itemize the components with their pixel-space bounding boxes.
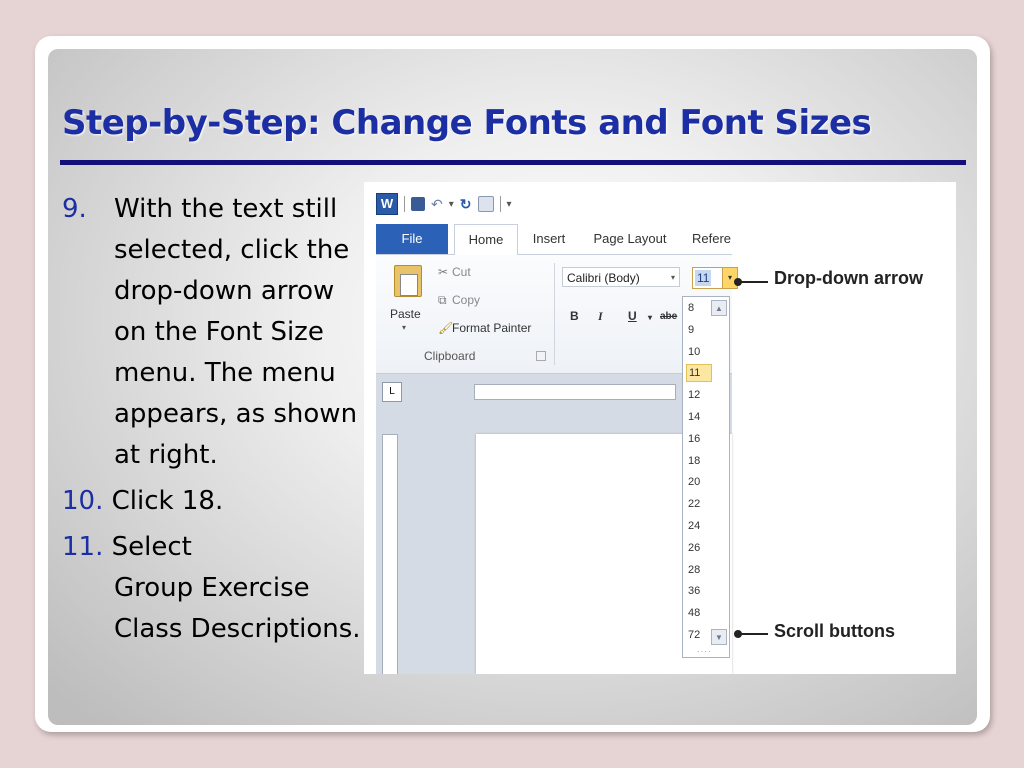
chevron-down-icon[interactable]: ▾ (449, 199, 454, 210)
font-size-option[interactable]: 48 (686, 604, 710, 622)
font-size-option[interactable]: 11 (686, 364, 712, 383)
step-item: 11. Select Group Exercise Class Descript… (62, 527, 362, 650)
font-name-value: Calibri (Body) (567, 271, 640, 285)
chevron-down-icon[interactable]: ▾ (671, 268, 675, 288)
quick-access-toolbar: W ↶ ▾ ↻ ▾ (376, 192, 512, 216)
word-screenshot: W ↶ ▾ ↻ ▾ File Home Insert Page Layout R… (364, 182, 956, 674)
step-number: 11. (62, 532, 104, 562)
cut-button[interactable]: ✂ Cut (438, 265, 471, 279)
tab-home[interactable]: Home (454, 224, 518, 256)
tab-selector-button[interactable]: L (382, 382, 402, 402)
callout-dropdown-arrow: Drop-down arrow (774, 268, 923, 288)
font-size-option[interactable]: 72 (686, 626, 710, 644)
step-emphasis: Group Exercise Class Descriptions (114, 573, 353, 644)
font-size-dropdown[interactable]: 11 ▾ (692, 267, 738, 289)
divider (404, 196, 405, 212)
font-size-option[interactable]: 10 (686, 343, 710, 361)
ribbon-home: Paste ▾ ✂ Cut ⧉ Copy 🖌Format Painter Clipb… (376, 255, 738, 373)
copy-icon: ⧉ (438, 293, 447, 307)
dialog-launcher-icon[interactable] (536, 351, 546, 361)
tab-insert[interactable]: Insert (528, 224, 570, 254)
customize-toolbar-icon[interactable]: ▾ (507, 199, 512, 210)
font-size-option[interactable]: 20 (686, 473, 710, 491)
step-emphasis: 18 (181, 486, 215, 516)
font-size-option[interactable]: 14 (686, 408, 710, 426)
step-list: 9. With the text still selected, click t… (62, 189, 362, 655)
step-item: 10. Click 18. (62, 481, 362, 522)
font-size-option[interactable]: 8 (686, 299, 710, 317)
font-size-list: ▲ 8 9 10 11 12 14 16 18 20 22 24 26 28 36 48 72 ▼ ···· (682, 296, 730, 658)
slide: Step-by-Step: Change Fonts and Font Size… (48, 49, 977, 725)
cut-label: Cut (452, 265, 471, 279)
chevron-down-icon[interactable]: ▾ (648, 313, 652, 322)
callout-scroll-buttons: Scroll buttons (774, 621, 895, 641)
step-item: 9. With the text still selected, click t… (62, 189, 362, 476)
italic-button[interactable]: I (598, 309, 603, 324)
step-text: Click (111, 486, 182, 516)
scroll-down-icon[interactable]: ▼ (711, 629, 727, 645)
ruler-bar: L (376, 373, 732, 414)
step-text: . (214, 486, 224, 516)
font-size-option[interactable]: 22 (686, 495, 710, 513)
paintbrush-icon: 🖌 (438, 321, 454, 335)
copy-label: Copy (452, 293, 481, 307)
divider (499, 196, 501, 212)
font-size-option[interactable]: 24 (686, 517, 710, 535)
scissors-icon: ✂ (438, 265, 449, 279)
step-emphasis-wrap: Group Exercise Class Descriptions. (62, 568, 362, 650)
format-painter-label: Format Painter (452, 321, 532, 335)
print-preview-icon[interactable] (477, 196, 494, 212)
callout-line (738, 281, 768, 283)
save-icon[interactable] (411, 197, 425, 211)
resize-grip-icon[interactable]: ···· (697, 647, 712, 656)
bold-button[interactable]: B (570, 309, 579, 323)
font-name-dropdown[interactable]: Calibri (Body) ▾ (562, 267, 680, 287)
undo-icon[interactable]: ↶ (431, 196, 443, 213)
vertical-ruler[interactable] (382, 434, 398, 674)
horizontal-ruler[interactable] (474, 384, 676, 400)
step-number: 9. (62, 194, 87, 224)
font-size-option[interactable]: 18 (686, 452, 710, 470)
scroll-up-icon[interactable]: ▲ (711, 300, 727, 316)
strikethrough-button[interactable]: abe (660, 311, 677, 322)
slide-title: Step-by-Step: Change Fonts and Font Size… (62, 103, 872, 143)
paste-button[interactable]: Paste (390, 307, 421, 321)
title-underline (60, 160, 966, 165)
group-divider (554, 263, 555, 365)
font-size-option[interactable]: 12 (686, 386, 710, 404)
font-size-option[interactable]: 9 (686, 321, 710, 339)
step-text: . (352, 614, 361, 644)
step-text: Select (111, 532, 192, 562)
step-emphasis: drop-down arrow (114, 276, 335, 306)
format-painter-button[interactable]: 🖌Format Painter (438, 321, 531, 335)
step-text: on the Font Size menu. The menu appears,… (114, 317, 358, 470)
font-size-value[interactable]: 11 (695, 270, 712, 286)
copy-button[interactable]: ⧉ Copy (438, 293, 480, 308)
underline-button[interactable]: U (628, 309, 637, 323)
step-number: 10. (62, 486, 104, 516)
font-size-option[interactable]: 26 (686, 539, 710, 557)
redo-icon[interactable]: ↻ (460, 196, 472, 213)
step-text: With the text still selected, click the (114, 194, 350, 265)
font-size-option[interactable]: 36 (686, 582, 710, 600)
callout-line (738, 633, 768, 635)
tab-references[interactable]: Refere (692, 224, 732, 254)
tab-page-layout[interactable]: Page Layout (590, 224, 670, 254)
word-app-icon[interactable]: W (376, 193, 398, 215)
font-size-option[interactable]: 28 (686, 561, 710, 579)
document-area (376, 414, 732, 674)
font-size-option[interactable]: 16 (686, 430, 710, 448)
tab-file[interactable]: File (376, 224, 448, 254)
clipboard-icon[interactable] (394, 265, 422, 297)
clipboard-group-label: Clipboard (424, 349, 476, 363)
ribbon-tabs: File Home Insert Page Layout Refere (376, 224, 732, 256)
chevron-down-icon[interactable]: ▾ (402, 323, 406, 332)
